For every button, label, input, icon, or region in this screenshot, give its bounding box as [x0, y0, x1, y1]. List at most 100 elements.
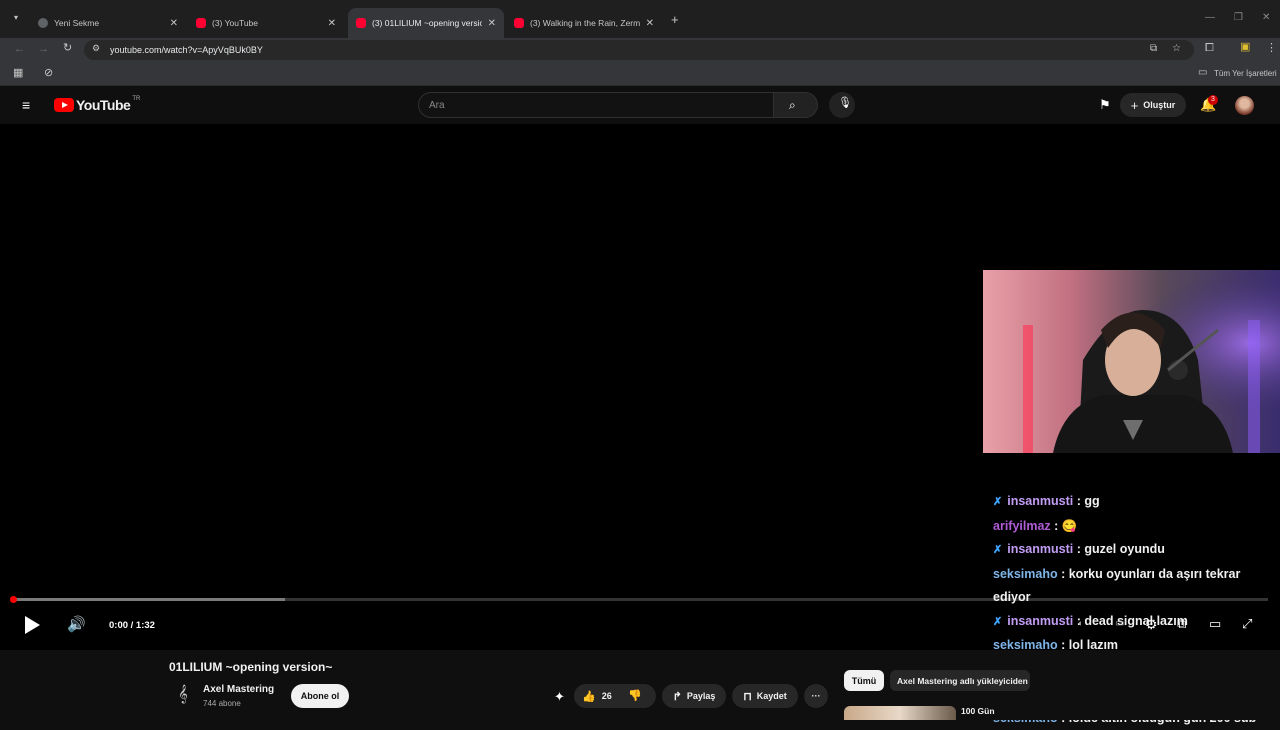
bookmark-icon: ⊓: [743, 690, 752, 703]
browser-tab-strip: ▾ Yeni Sekme ✕ (3) YouTube ✕ (3) 01LILIU…: [0, 0, 1280, 38]
tab-title: (3) YouTube: [212, 18, 322, 28]
chip-uploader-label: Axel Mastering adlı yükleyiciden: [897, 676, 1028, 686]
chat-text: gg: [1084, 494, 1099, 508]
related-video-meta[interactable]: 100 Gün: [961, 706, 995, 716]
dislike-button[interactable]: 👎: [628, 689, 642, 702]
bookmark-star-icon[interactable]: ☆: [1172, 44, 1181, 54]
avatar[interactable]: [1235, 96, 1254, 115]
voice-search-button[interactable]: 🎙: [829, 92, 855, 118]
chat-text: guzel oyundu: [1084, 542, 1165, 556]
youtube-logo-text: YouTube: [76, 97, 130, 113]
window-close-icon[interactable]: ✕: [1262, 12, 1270, 23]
profile-icon[interactable]: ▣: [1240, 42, 1250, 53]
chip-all-label: Tümü: [852, 676, 877, 686]
chat-username[interactable]: insanmusti: [1007, 542, 1073, 556]
more-actions-button[interactable]: ···: [804, 684, 828, 708]
search-input[interactable]: Ara: [418, 92, 774, 118]
youtube-favicon-icon: [356, 18, 366, 28]
hamburger-menu-icon[interactable]: ≡: [22, 98, 30, 112]
video-title: 01LILIUM ~opening version~: [169, 660, 332, 674]
share-label: Paylaş: [687, 691, 716, 701]
chat-username[interactable]: seksimaho: [993, 567, 1058, 581]
browser-menu-icon[interactable]: ⋮: [1266, 43, 1277, 54]
minimize-icon[interactable]: —: [1205, 12, 1215, 23]
chat-username[interactable]: insanmusti: [1007, 494, 1073, 508]
youtube-logo[interactable]: YouTube TR: [54, 97, 140, 113]
webcam-overlay: [983, 270, 1280, 453]
channel-avatar[interactable]: 𝄞: [171, 683, 195, 707]
play-icon[interactable]: [25, 616, 40, 634]
chat-message: arifyilmaz : 😋: [993, 515, 1280, 539]
chat-separator: :: [1073, 542, 1084, 556]
chat-username[interactable]: insanmusti: [1007, 614, 1073, 628]
chat-username[interactable]: arifyilmaz: [993, 519, 1051, 533]
apps-grid-icon[interactable]: ▦: [13, 68, 23, 79]
tab-search-icon[interactable]: ▾: [14, 14, 18, 22]
channel-name[interactable]: Axel Mastering: [203, 684, 274, 695]
search-icon: ⌕: [789, 99, 796, 111]
subscriber-count: 744 abone: [203, 699, 241, 708]
close-tab-icon[interactable]: ✕: [488, 18, 496, 29]
chat-text: 😋: [1062, 519, 1078, 533]
hype-icon[interactable]: ✦: [554, 690, 565, 703]
chat-separator: :: [1073, 494, 1084, 508]
miniplayer-icon[interactable]: ⧉: [1177, 617, 1186, 630]
youtube-favicon-icon: [196, 18, 206, 28]
youtube-favicon-icon: [514, 18, 524, 28]
extensions-icon[interactable]: ⧠: [1205, 43, 1214, 54]
address-bar[interactable]: ⚙ youtube.com/watch?v=ApyVqBUk0BY ⧉ ☆: [84, 40, 1194, 60]
tab-walking-in-rain[interactable]: (3) Walking in the Rain, Zermatt ✕: [506, 8, 662, 38]
chat-message: ✗ insanmusti : gg: [993, 490, 1280, 515]
theater-mode-icon[interactable]: ▭: [1209, 617, 1221, 630]
tab-new-tab[interactable]: Yeni Sekme ✕: [30, 8, 186, 38]
chip-uploader[interactable]: Axel Mastering adlı yükleyiciden: [890, 670, 1030, 691]
search-placeholder: Ara: [429, 100, 445, 111]
subtitles-icon[interactable]: ▭: [1115, 619, 1124, 629]
search-button[interactable]: ⌕: [774, 92, 818, 118]
moderator-sword-icon: ✗: [993, 616, 1002, 628]
thumbs-up-icon: 👍: [582, 690, 596, 703]
install-app-icon[interactable]: ⧉: [1150, 44, 1157, 54]
subscribe-button[interactable]: Abone ol: [291, 684, 349, 708]
like-dislike-group: 👍 26 👎: [574, 684, 656, 708]
cast-icon[interactable]: ⚑: [1099, 98, 1111, 111]
settings-gear-icon[interactable]: ⚙: [1145, 617, 1158, 631]
chrome-bookmark-icon[interactable]: ⊘: [44, 68, 53, 79]
plus-icon: +: [1131, 98, 1139, 113]
restore-icon[interactable]: ❐: [1234, 12, 1243, 23]
tab-lilium-active[interactable]: (3) 01LILIUM ~opening version~ ✕: [348, 8, 504, 38]
volume-icon[interactable]: 🔊: [67, 617, 86, 632]
autoplay-toggle-icon[interactable]: ◐: [1078, 619, 1083, 628]
create-label: Oluştur: [1143, 100, 1175, 110]
share-button[interactable]: ↱ Paylaş: [662, 684, 726, 708]
tab-title: (3) Walking in the Rain, Zermatt: [530, 18, 640, 28]
chat-message: ✗insanmusti : guzel oyundu: [993, 538, 1280, 563]
youtube-play-logo-icon: [54, 98, 74, 112]
back-icon[interactable]: ←: [14, 44, 25, 55]
subscribe-label: Abone ol: [301, 691, 340, 701]
like-button[interactable]: 👍 26: [582, 690, 612, 703]
chat-separator: :: [1051, 519, 1062, 533]
reload-icon[interactable]: ↻: [63, 43, 72, 54]
chip-all[interactable]: Tümü: [844, 670, 884, 691]
forward-icon[interactable]: →: [38, 44, 49, 55]
close-tab-icon[interactable]: ✕: [170, 18, 178, 29]
progress-scrubber[interactable]: [10, 596, 17, 603]
site-info-icon[interactable]: ⚙: [92, 44, 100, 53]
chat-text: dead signal lazım: [1084, 614, 1188, 628]
country-code: TR: [132, 96, 140, 102]
tab-title: (3) 01LILIUM ~opening version~: [372, 18, 482, 28]
streamer-webcam-image: [983, 270, 1280, 453]
close-tab-icon[interactable]: ✕: [646, 18, 654, 29]
all-bookmarks-label[interactable]: Tüm Yer İşaretleri: [1214, 69, 1277, 78]
moderator-sword-icon: ✗: [993, 496, 1002, 508]
related-video-thumbnail[interactable]: [844, 706, 956, 720]
new-tab-plus-icon[interactable]: +: [671, 13, 679, 26]
close-tab-icon[interactable]: ✕: [328, 18, 336, 29]
fullscreen-icon[interactable]: ⤢: [1242, 617, 1252, 630]
chrome-icon: [38, 18, 48, 28]
create-button[interactable]: + Oluştur: [1120, 93, 1186, 117]
save-button[interactable]: ⊓ Kaydet: [732, 684, 798, 708]
tab-youtube-home[interactable]: (3) YouTube ✕: [188, 8, 344, 38]
bookmarks-bar: ▦ ⊘ ▭ Tüm Yer İşaretleri: [0, 62, 1280, 86]
